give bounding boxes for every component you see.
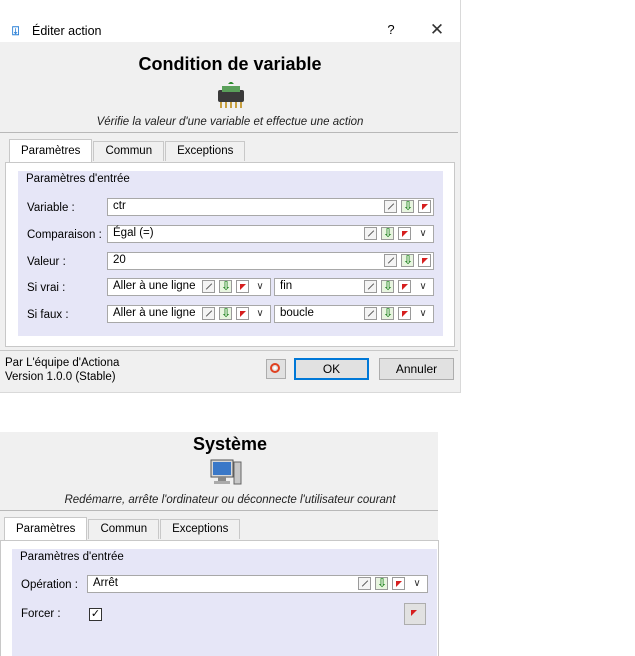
- si-faux-target-value: boucle: [280, 307, 314, 319]
- tab-commun[interactable]: Commun: [88, 519, 160, 539]
- clear-icon[interactable]: [236, 280, 249, 293]
- tab-bar: Paramètres Commun Exceptions: [9, 139, 246, 162]
- ok-button[interactable]: OK: [294, 358, 369, 380]
- clear-icon: [408, 607, 421, 620]
- edit-code-icon[interactable]: [384, 200, 397, 213]
- clear-icon[interactable]: [418, 254, 431, 267]
- condition-chip-icon: [218, 82, 244, 108]
- insert-variable-icon[interactable]: [381, 306, 394, 320]
- si-vrai-target-value: fin: [280, 280, 293, 292]
- si-vrai-action-select[interactable]: Aller à une ligne ∨: [107, 278, 271, 296]
- insert-variable-icon[interactable]: [401, 253, 414, 267]
- lifebuoy-help-icon[interactable]: [266, 359, 286, 379]
- insert-variable-icon[interactable]: [381, 226, 394, 240]
- clear-icon[interactable]: [418, 200, 431, 213]
- operation-label: Opération :: [21, 579, 78, 591]
- variable-value: ctr: [113, 200, 126, 212]
- comparaison-select[interactable]: Égal (=) ∨: [107, 225, 434, 243]
- edit-code-icon[interactable]: [364, 307, 377, 320]
- valeur-field[interactable]: 20: [107, 252, 434, 270]
- edit-code-icon[interactable]: [202, 280, 215, 293]
- chevron-down-icon[interactable]: ∨: [254, 307, 266, 321]
- clear-icon[interactable]: [398, 227, 411, 240]
- separator: [0, 132, 458, 133]
- si-faux-label: Si faux :: [27, 309, 69, 321]
- insert-variable-icon[interactable]: [219, 306, 232, 320]
- tab-exceptions[interactable]: Exceptions: [165, 141, 246, 161]
- operation-select[interactable]: Arrêt ∨: [87, 575, 428, 593]
- window-title: Éditer action: [32, 24, 102, 38]
- author-text: Par L'équipe d'Actiona: [5, 357, 120, 369]
- action-heading: Système: [192, 434, 268, 454]
- comparaison-label: Comparaison :: [27, 229, 102, 241]
- tab-bar: Paramètres Commun Exceptions: [4, 517, 241, 540]
- si-faux-action-select[interactable]: Aller à une ligne ∨: [107, 305, 271, 323]
- input-parameters-group: Paramètres d'entrée Variable : ctr Compa…: [18, 171, 443, 336]
- variable-field[interactable]: ctr: [107, 198, 434, 216]
- operation-value: Arrêt: [93, 577, 118, 589]
- edit-code-icon[interactable]: [202, 307, 215, 320]
- input-parameters-group: Paramètres d'entrée Opération : Arrêt ∨ …: [12, 549, 437, 656]
- si-faux-target-select[interactable]: boucle ∨: [274, 305, 434, 323]
- chevron-down-icon[interactable]: ∨: [417, 227, 429, 241]
- computer-icon: [210, 459, 242, 485]
- chevron-down-icon[interactable]: ∨: [417, 280, 429, 294]
- clear-icon[interactable]: [236, 307, 249, 320]
- chevron-down-icon[interactable]: ∨: [411, 577, 423, 591]
- action-description: Vérifie la valeur d'une variable et effe…: [96, 116, 364, 128]
- separator: [0, 510, 438, 511]
- tab-parametres[interactable]: Paramètres: [4, 517, 88, 540]
- clear-icon[interactable]: [392, 577, 405, 590]
- cancel-button[interactable]: Annuler: [379, 358, 454, 380]
- forcer-label: Forcer :: [21, 608, 61, 620]
- si-vrai-target-select[interactable]: fin ∨: [274, 278, 434, 296]
- forcer-checkbox[interactable]: ✓: [89, 608, 102, 621]
- parameters-panel: Paramètres d'entrée Variable : ctr Compa…: [5, 162, 455, 347]
- close-button[interactable]: ✕: [426, 20, 448, 40]
- clear-button[interactable]: [404, 603, 426, 625]
- si-faux-action-value: Aller à une ligne: [113, 307, 196, 319]
- clear-icon[interactable]: [398, 280, 411, 293]
- edit-action-dialog: ⍗ Éditer action ? ✕ Condition de variabl…: [0, 0, 461, 393]
- edit-code-icon[interactable]: [358, 577, 371, 590]
- actiona-app-icon: ⍗: [12, 24, 20, 38]
- system-action-dialog: Système Redémarre, arrête l'ordinateur o…: [0, 432, 439, 656]
- chevron-down-icon[interactable]: ∨: [254, 280, 266, 294]
- group-title: Paramètres d'entrée: [20, 551, 124, 563]
- action-heading: Condition de variable: [138, 54, 322, 74]
- insert-variable-icon[interactable]: [401, 199, 414, 213]
- insert-variable-icon[interactable]: [219, 279, 232, 293]
- si-vrai-action-value: Aller à une ligne: [113, 280, 196, 292]
- si-vrai-label: Si vrai :: [27, 282, 66, 294]
- title-bar: ⍗ Éditer action ? ✕: [0, 0, 460, 42]
- action-description: Redémarre, arrête l'ordinateur ou déconn…: [64, 494, 396, 506]
- tab-parametres[interactable]: Paramètres: [9, 139, 93, 162]
- version-text: Version 1.0.0 (Stable): [5, 371, 116, 383]
- valeur-label: Valeur :: [27, 256, 66, 268]
- parameters-panel: Paramètres d'entrée Opération : Arrêt ∨ …: [0, 540, 439, 656]
- variable-label: Variable :: [27, 202, 75, 214]
- comparaison-value: Égal (=): [113, 227, 154, 239]
- edit-code-icon[interactable]: [364, 227, 377, 240]
- tab-commun[interactable]: Commun: [93, 141, 165, 161]
- tab-exceptions[interactable]: Exceptions: [160, 519, 241, 539]
- group-title: Paramètres d'entrée: [26, 173, 130, 185]
- chevron-down-icon[interactable]: ∨: [417, 307, 429, 321]
- help-button[interactable]: ?: [380, 20, 402, 40]
- clear-icon[interactable]: [398, 307, 411, 320]
- footer-separator: [0, 350, 458, 351]
- insert-variable-icon[interactable]: [375, 576, 388, 590]
- valeur-value: 20: [113, 254, 126, 266]
- insert-variable-icon[interactable]: [381, 279, 394, 293]
- edit-code-icon[interactable]: [384, 254, 397, 267]
- edit-code-icon[interactable]: [364, 280, 377, 293]
